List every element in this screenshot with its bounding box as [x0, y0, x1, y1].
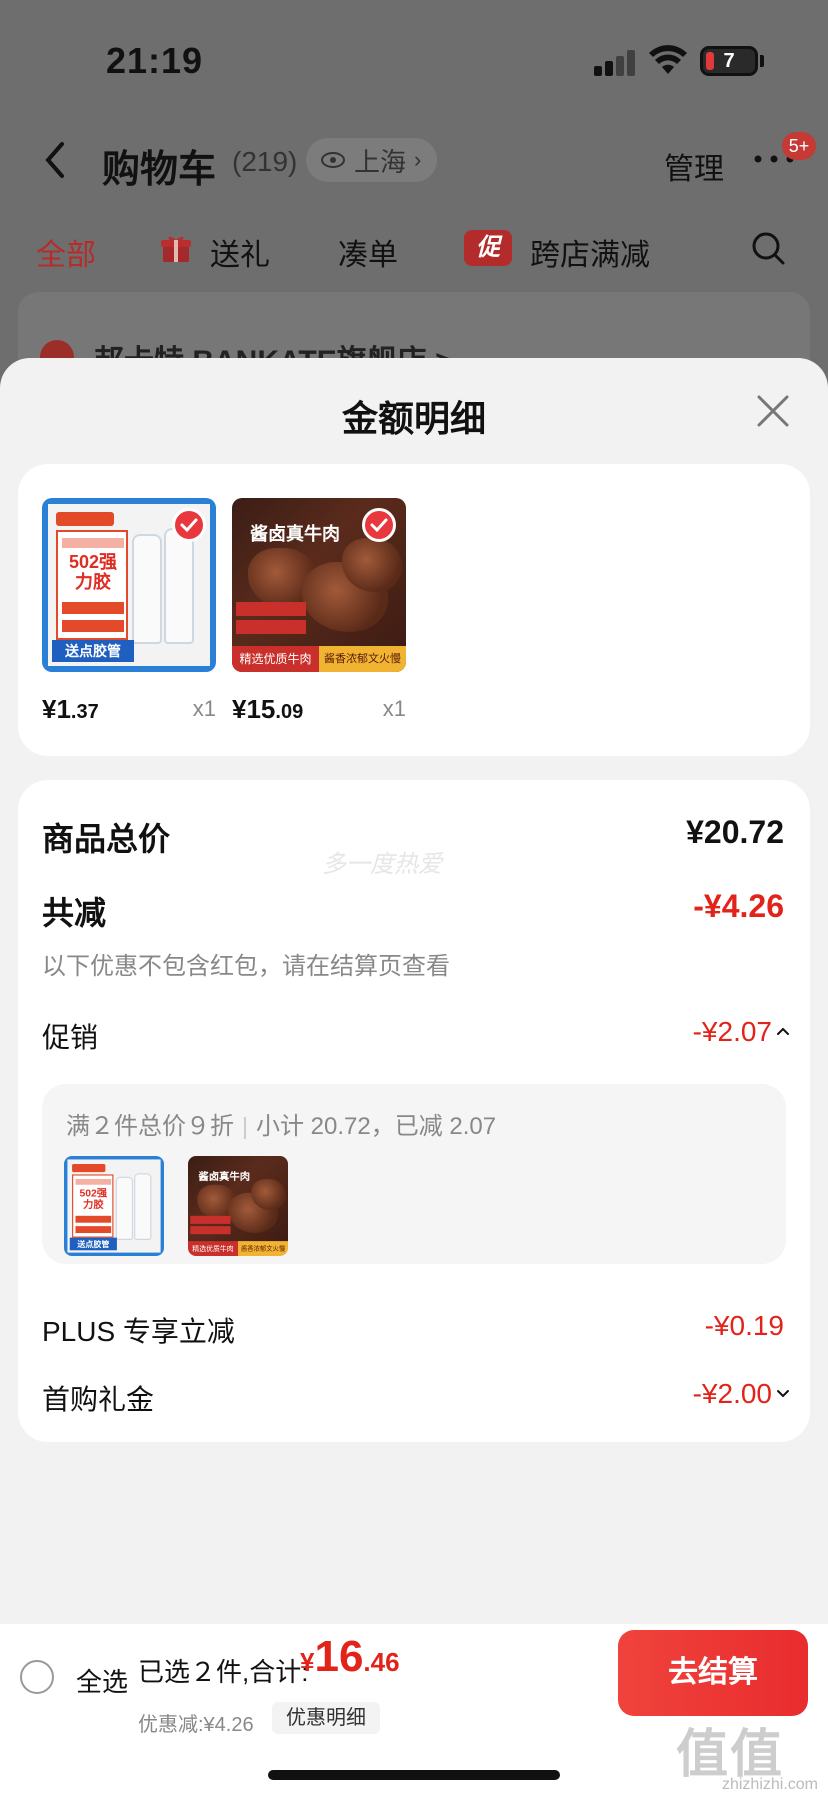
checked-icon[interactable]	[172, 508, 206, 542]
manage-button[interactable]: 管理	[664, 144, 724, 188]
watermark-text: 多一度热爱	[322, 851, 442, 878]
promo-label: 促销	[42, 1022, 99, 1053]
product-qty: x1	[192, 696, 216, 721]
promo-product-thumb: 酱卤真牛肉 精选优质牛肉 酱香浓郁文火慢炖	[188, 1156, 288, 1256]
location-selector[interactable]: 上海 ›	[306, 138, 438, 182]
checkout-bar: 全选 已选２件,合计: ¥16.46 优惠减:¥4.26 优惠明细 去结算 值值…	[0, 1624, 828, 1796]
amount-detail-sheet: 金额明细 502强力胶 送点胶管 ¥1.37 x1 酱卤真牛肉 精选优质牛肉 酱…	[0, 358, 828, 1796]
battery-icon: 7	[700, 46, 758, 76]
cart-count: (219)	[232, 146, 298, 177]
reduce-note: 以下优惠不包含红包，请在结算页查看	[42, 953, 450, 980]
tab-coudan[interactable]: 凑单	[338, 230, 398, 274]
nav-bar: 购物车 (219) 上海 › 管理 5+	[0, 120, 828, 200]
glue-title: 502强力胶	[68, 552, 118, 592]
status-time: 21:19	[106, 40, 204, 81]
promo-detail-text: 满２件总价９折 小计 20.72，已减 2.07	[66, 1113, 497, 1140]
product-item[interactable]: 502强力胶 送点胶管 ¥1.37 x1	[42, 498, 216, 724]
message-badge: 5+	[782, 132, 816, 160]
total-price: ¥16.46	[300, 1632, 400, 1681]
filter-tabs: 全部 送礼 凑单 促 跨店满减	[0, 216, 828, 280]
chevron-up-icon[interactable]	[776, 1024, 790, 1038]
chevron-down-icon[interactable]	[776, 1386, 790, 1400]
site-watermark-logo: 值值值 zhizhizhi.com	[676, 1726, 818, 1793]
product-image-beef: 酱卤真牛肉 精选优质牛肉 酱香浓郁文火慢炖	[232, 498, 406, 672]
price-summary-card: 商品总价 ¥20.72 多一度热爱 共减 -¥4.26 以下优惠不包含红包，请在…	[18, 780, 810, 1442]
goods-total-label: 商品总价	[42, 821, 171, 857]
promo-badge-icon: 促	[464, 230, 512, 266]
promo-product-thumb: 502强力胶 送点胶管	[64, 1156, 164, 1256]
product-item[interactable]: 酱卤真牛肉 精选优质牛肉 酱香浓郁文火慢炖 ¥15.09 x1	[232, 498, 406, 724]
back-arrow-icon[interactable]	[40, 140, 70, 180]
total-reduce-value: -¥4.26	[693, 888, 784, 924]
promo-detail-box: 满２件总价９折 小计 20.72，已减 2.07 502强力胶 送点胶管 酱卤真…	[42, 1084, 786, 1264]
gift-icon	[161, 236, 191, 262]
chevron-right-icon: ›	[414, 147, 422, 172]
eye-icon	[321, 152, 345, 168]
brand-logo	[56, 512, 114, 526]
tab-all[interactable]: 全部	[36, 230, 96, 274]
selected-summary: 已选２件,合计:	[138, 1657, 309, 1687]
close-icon[interactable]	[756, 394, 790, 428]
plus-label: PLUS 专享立减	[42, 1316, 235, 1347]
status-bar: 21:19 7	[0, 0, 828, 120]
discount-amount: 优惠减:¥4.26	[138, 1714, 254, 1736]
checked-icon[interactable]	[362, 508, 396, 542]
search-icon[interactable]	[750, 230, 786, 266]
promo-value: -¥2.07	[692, 1016, 772, 1047]
cellular-signal-icon	[594, 48, 638, 76]
first-gift-label: 首购礼金	[42, 1384, 155, 1415]
page-title: 购物车	[102, 149, 217, 191]
goods-total-value: ¥20.72	[686, 814, 784, 850]
selected-products-card: 502强力胶 送点胶管 ¥1.37 x1 酱卤真牛肉 精选优质牛肉 酱香浓郁文火…	[18, 464, 810, 756]
location-label: 上海	[354, 146, 407, 177]
beef-title: 酱卤真牛肉	[250, 524, 340, 544]
select-all-label[interactable]: 全选	[76, 1662, 128, 1699]
select-all-radio[interactable]	[20, 1660, 54, 1694]
promo-row[interactable]: 促销 -¥2.07	[42, 1016, 789, 1056]
beef-tag-right: 酱香浓郁文火慢炖	[319, 646, 406, 672]
first-gift-row[interactable]: 首购礼金 -¥2.00	[42, 1378, 789, 1418]
plus-discount-row: PLUS 专享立减 -¥0.19	[42, 1310, 784, 1350]
tab-gift[interactable]: 送礼	[210, 230, 270, 274]
discount-detail-button[interactable]: 优惠明细	[272, 1702, 380, 1734]
total-reduce-label: 共减	[42, 895, 107, 931]
glue-tag: 送点胶管	[52, 640, 134, 662]
sheet-title: 金额明细	[341, 398, 486, 439]
total-reduce-row: 共减 -¥4.26	[42, 888, 784, 932]
home-indicator	[268, 1770, 560, 1780]
product-price: ¥1.37	[42, 694, 99, 724]
wifi-icon	[649, 45, 687, 74]
first-gift-value: -¥2.00	[692, 1378, 772, 1409]
checkout-button[interactable]: 去结算	[618, 1630, 808, 1716]
product-qty: x1	[382, 696, 406, 721]
product-price: ¥15.09	[232, 694, 304, 724]
cart-page-background: 21:19 7 购物车 (219) 上海 › 管理 5+ 全部 送礼 凑单 促 …	[0, 0, 828, 392]
tab-cross-store[interactable]: 跨店满减	[530, 230, 650, 274]
product-image-glue: 502强力胶 送点胶管	[42, 498, 216, 672]
plus-value: -¥0.19	[704, 1310, 784, 1341]
beef-tag-left: 精选优质牛肉	[232, 646, 319, 672]
